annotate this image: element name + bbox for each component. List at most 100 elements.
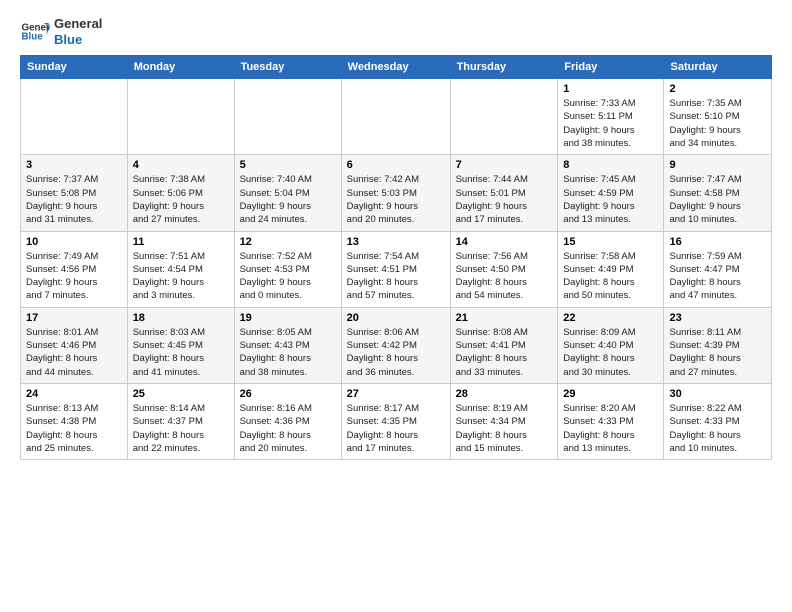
day-number: 26 — [240, 388, 336, 400]
calendar-cell — [21, 79, 128, 155]
header: General Blue General Blue — [20, 16, 772, 47]
day-info: Sunrise: 7:44 AM Sunset: 5:01 PM Dayligh… — [456, 173, 553, 226]
weekday-header: Saturday — [664, 56, 772, 79]
calendar-cell: 14 Sunrise: 7:56 AM Sunset: 4:50 PM Dayli… — [450, 231, 558, 307]
calendar-cell: 18Sunrise: 8:03 AM Sunset: 4:45 PM Dayli… — [127, 307, 234, 383]
calendar-cell: 17 Sunrise: 8:01 AM Sunset: 4:46 PM Dayli… — [21, 307, 128, 383]
day-info: Sunrise: 7:52 AM Sunset: 4:53 PM Dayligh… — [240, 250, 336, 303]
day-info: Sunrise: 8:03 AM Sunset: 4:45 PM Dayligh… — [133, 326, 229, 379]
day-number: 2 — [669, 83, 766, 95]
day-number: 14 — [456, 236, 553, 248]
day-info: Sunrise: 8:01 AM Sunset: 4:46 PM Dayligh… — [26, 326, 122, 379]
day-info: Sunrise: 8:05 AM Sunset: 4:43 PM Dayligh… — [240, 326, 336, 379]
calendar-cell: 4 Sunrise: 7:38 AM Sunset: 5:06 PM Daylig… — [127, 155, 234, 231]
day-number: 23 — [669, 312, 766, 324]
day-number: 21 — [456, 312, 553, 324]
day-info: Sunrise: 8:17 AM Sunset: 4:35 PM Dayligh… — [347, 402, 445, 455]
calendar-week-row: 3 Sunrise: 7:37 AM Sunset: 5:08 PM Daylig… — [21, 155, 772, 231]
calendar-cell — [127, 79, 234, 155]
day-number: 19 — [240, 312, 336, 324]
day-info: Sunrise: 7:49 AM Sunset: 4:56 PM Dayligh… — [26, 250, 122, 303]
calendar-cell: 27 Sunrise: 8:17 AM Sunset: 4:35 PM Dayli… — [341, 383, 450, 459]
calendar-table: SundayMondayTuesdayWednesdayThursdayFrid… — [20, 55, 772, 460]
calendar-cell: 20Sunrise: 8:06 AM Sunset: 4:42 PM Dayli… — [341, 307, 450, 383]
day-number: 1 — [563, 83, 658, 95]
calendar-cell: 29 Sunrise: 8:20 AM Sunset: 4:33 PM Dayli… — [558, 383, 664, 459]
calendar-cell — [234, 79, 341, 155]
day-number: 3 — [26, 159, 122, 171]
calendar-cell: 19 Sunrise: 8:05 AM Sunset: 4:43 PM Dayli… — [234, 307, 341, 383]
calendar-cell: 7 Sunrise: 7:44 AM Sunset: 5:01 PM Daylig… — [450, 155, 558, 231]
logo-general: General — [54, 16, 102, 32]
calendar-cell: 28 Sunrise: 8:19 AM Sunset: 4:34 PM Dayli… — [450, 383, 558, 459]
calendar-cell — [341, 79, 450, 155]
calendar-cell: 25Sunrise: 8:14 AM Sunset: 4:37 PM Dayli… — [127, 383, 234, 459]
day-number: 5 — [240, 159, 336, 171]
calendar-cell: 5 Sunrise: 7:40 AM Sunset: 5:04 PM Daylig… — [234, 155, 341, 231]
day-number: 15 — [563, 236, 658, 248]
logo-icon: General Blue — [20, 17, 50, 47]
calendar-cell: 11Sunrise: 7:51 AM Sunset: 4:54 PM Dayli… — [127, 231, 234, 307]
logo-blue: Blue — [54, 32, 102, 48]
calendar-header-row: SundayMondayTuesdayWednesdayThursdayFrid… — [21, 56, 772, 79]
calendar-cell: 13Sunrise: 7:54 AM Sunset: 4:51 PM Dayli… — [341, 231, 450, 307]
day-info: Sunrise: 7:59 AM Sunset: 4:47 PM Dayligh… — [669, 250, 766, 303]
weekday-header: Wednesday — [341, 56, 450, 79]
day-number: 9 — [669, 159, 766, 171]
day-number: 30 — [669, 388, 766, 400]
calendar-cell — [450, 79, 558, 155]
weekday-header: Sunday — [21, 56, 128, 79]
day-number: 24 — [26, 388, 122, 400]
day-number: 25 — [133, 388, 229, 400]
day-info: Sunrise: 8:08 AM Sunset: 4:41 PM Dayligh… — [456, 326, 553, 379]
day-info: Sunrise: 7:38 AM Sunset: 5:06 PM Dayligh… — [133, 173, 229, 226]
day-number: 17 — [26, 312, 122, 324]
calendar-cell: 10 Sunrise: 7:49 AM Sunset: 4:56 PM Dayli… — [21, 231, 128, 307]
calendar-cell: 24 Sunrise: 8:13 AM Sunset: 4:38 PM Dayli… — [21, 383, 128, 459]
day-number: 6 — [347, 159, 445, 171]
calendar-cell: 2 Sunrise: 7:35 AM Sunset: 5:10 PM Daylig… — [664, 79, 772, 155]
day-info: Sunrise: 8:19 AM Sunset: 4:34 PM Dayligh… — [456, 402, 553, 455]
calendar-cell: 23 Sunrise: 8:11 AM Sunset: 4:39 PM Dayli… — [664, 307, 772, 383]
calendar-cell: 9 Sunrise: 7:47 AM Sunset: 4:58 PM Daylig… — [664, 155, 772, 231]
day-number: 16 — [669, 236, 766, 248]
calendar-cell: 15Sunrise: 7:58 AM Sunset: 4:49 PM Dayli… — [558, 231, 664, 307]
day-info: Sunrise: 8:11 AM Sunset: 4:39 PM Dayligh… — [669, 326, 766, 379]
calendar-cell: 30 Sunrise: 8:22 AM Sunset: 4:33 PM Dayli… — [664, 383, 772, 459]
day-info: Sunrise: 7:47 AM Sunset: 4:58 PM Dayligh… — [669, 173, 766, 226]
day-info: Sunrise: 7:42 AM Sunset: 5:03 PM Dayligh… — [347, 173, 445, 226]
day-info: Sunrise: 7:56 AM Sunset: 4:50 PM Dayligh… — [456, 250, 553, 303]
day-info: Sunrise: 8:16 AM Sunset: 4:36 PM Dayligh… — [240, 402, 336, 455]
day-info: Sunrise: 8:22 AM Sunset: 4:33 PM Dayligh… — [669, 402, 766, 455]
day-info: Sunrise: 7:37 AM Sunset: 5:08 PM Dayligh… — [26, 173, 122, 226]
day-info: Sunrise: 8:13 AM Sunset: 4:38 PM Dayligh… — [26, 402, 122, 455]
day-number: 11 — [133, 236, 229, 248]
day-number: 12 — [240, 236, 336, 248]
calendar-week-row: 10 Sunrise: 7:49 AM Sunset: 4:56 PM Dayli… — [21, 231, 772, 307]
day-number: 8 — [563, 159, 658, 171]
day-number: 10 — [26, 236, 122, 248]
day-number: 4 — [133, 159, 229, 171]
calendar-cell: 22Sunrise: 8:09 AM Sunset: 4:40 PM Dayli… — [558, 307, 664, 383]
weekday-header: Friday — [558, 56, 664, 79]
day-number: 27 — [347, 388, 445, 400]
day-info: Sunrise: 7:40 AM Sunset: 5:04 PM Dayligh… — [240, 173, 336, 226]
calendar-week-row: 24 Sunrise: 8:13 AM Sunset: 4:38 PM Dayli… — [21, 383, 772, 459]
page: General Blue General Blue SundayMondayTu… — [0, 0, 792, 470]
weekday-header: Tuesday — [234, 56, 341, 79]
calendar-week-row: 17 Sunrise: 8:01 AM Sunset: 4:46 PM Dayli… — [21, 307, 772, 383]
day-number: 22 — [563, 312, 658, 324]
calendar-cell: 26 Sunrise: 8:16 AM Sunset: 4:36 PM Dayli… — [234, 383, 341, 459]
calendar-cell: 16 Sunrise: 7:59 AM Sunset: 4:47 PM Dayli… — [664, 231, 772, 307]
day-number: 29 — [563, 388, 658, 400]
calendar-cell: 1Sunrise: 7:33 AM Sunset: 5:11 PM Daylig… — [558, 79, 664, 155]
calendar-cell: 3 Sunrise: 7:37 AM Sunset: 5:08 PM Daylig… — [21, 155, 128, 231]
day-number: 7 — [456, 159, 553, 171]
day-info: Sunrise: 7:45 AM Sunset: 4:59 PM Dayligh… — [563, 173, 658, 226]
day-info: Sunrise: 8:20 AM Sunset: 4:33 PM Dayligh… — [563, 402, 658, 455]
day-info: Sunrise: 7:35 AM Sunset: 5:10 PM Dayligh… — [669, 97, 766, 150]
calendar-cell: 12 Sunrise: 7:52 AM Sunset: 4:53 PM Dayli… — [234, 231, 341, 307]
calendar-cell: 6 Sunrise: 7:42 AM Sunset: 5:03 PM Daylig… — [341, 155, 450, 231]
day-number: 28 — [456, 388, 553, 400]
logo: General Blue General Blue — [20, 16, 102, 47]
